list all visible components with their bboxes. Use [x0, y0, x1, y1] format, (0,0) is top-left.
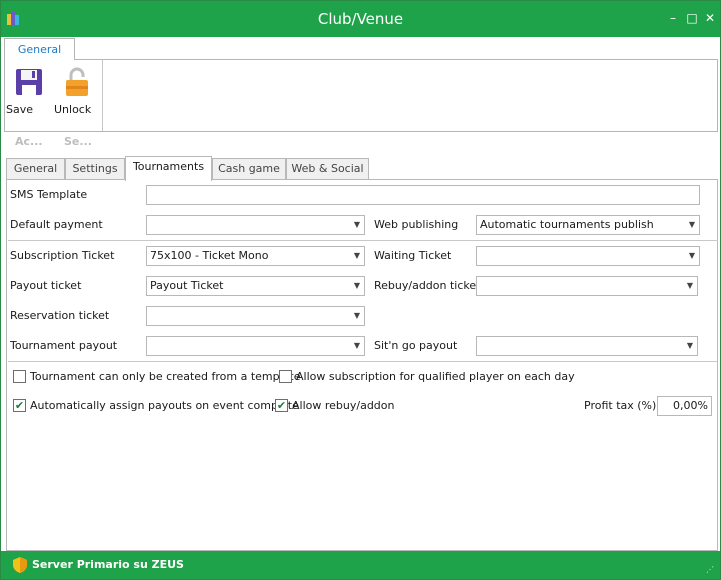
tab-cash-game[interactable]: Cash game — [212, 158, 286, 180]
ribbon: Save Unlock — [4, 59, 718, 132]
chevron-down-icon: ▼ — [688, 251, 695, 260]
status-text: Server Primario su ZEUS — [32, 558, 184, 571]
divider — [8, 240, 718, 241]
waiting-ticket-select[interactable]: ▼ — [476, 246, 700, 266]
template-only-label: Tournament can only be created from a te… — [30, 370, 301, 383]
unlock-button[interactable]: Unlock — [54, 64, 100, 124]
padlock-icon — [66, 67, 88, 96]
maximize-button[interactable]: □ — [684, 9, 700, 27]
profit-tax-input[interactable]: 0,00% — [657, 396, 712, 416]
allow-subscription-checkbox[interactable] — [279, 370, 292, 383]
tab-general[interactable]: General — [6, 158, 65, 180]
chevron-down-icon: ▼ — [353, 341, 360, 350]
ribbon-group-actions: Save Unlock — [5, 60, 103, 131]
waiting-ticket-label: Waiting Ticket — [374, 249, 452, 262]
chevron-down-icon: ▼ — [353, 220, 360, 229]
sms-template-input[interactable] — [146, 185, 700, 205]
sitngo-payout-label: Sit'n go payout — [374, 339, 458, 352]
payout-ticket-select[interactable]: Payout Ticket ▼ — [146, 276, 365, 296]
allow-rebuy-checkbox[interactable]: ✔ — [275, 399, 288, 412]
tab-tournaments[interactable]: Tournaments — [125, 156, 212, 181]
allow-rebuy-label: Allow rebuy/addon — [292, 399, 395, 412]
resize-grip-icon[interactable]: ⋰ — [706, 566, 716, 576]
tournament-payout-select[interactable]: ▼ — [146, 336, 365, 356]
web-publishing-value: Automatic tournaments publish — [480, 218, 654, 231]
ribbon-tab-general[interactable]: General — [4, 38, 75, 60]
minimize-button[interactable]: – — [665, 9, 681, 27]
tab-settings[interactable]: Settings — [65, 158, 125, 180]
reservation-ticket-label: Reservation ticket — [10, 309, 110, 322]
chevron-down-icon: ▼ — [353, 281, 360, 290]
web-publishing-label: Web publishing — [374, 218, 459, 231]
floppy-disk-icon — [16, 69, 42, 95]
divider — [8, 361, 718, 362]
sms-template-label: SMS Template — [10, 188, 88, 201]
template-only-checkbox[interactable] — [13, 370, 26, 383]
default-payment-select[interactable]: ▼ — [146, 215, 365, 235]
profit-tax-label: Profit tax (%) — [584, 399, 657, 412]
tournament-payout-label: Tournament payout — [10, 339, 118, 352]
save-button[interactable]: Save — [6, 64, 52, 124]
auto-assign-payouts-label: Automatically assign payouts on event co… — [30, 399, 299, 412]
close-button[interactable]: ✕ — [702, 9, 718, 27]
unlock-label: Unlock — [54, 103, 92, 116]
rebuy-addon-ticket-label: Rebuy/addon ticket — [374, 279, 481, 292]
default-payment-label: Default payment — [10, 218, 103, 231]
chevron-down-icon: ▼ — [353, 251, 360, 260]
shield-icon — [13, 557, 27, 573]
tournaments-panel: SMS Template Default payment ▼ Web publi… — [6, 179, 718, 551]
chevron-down-icon: ▼ — [686, 341, 693, 350]
section-settings[interactable]: Se... — [64, 135, 92, 148]
chevron-down-icon: ▼ — [688, 220, 695, 229]
payout-ticket-label: Payout ticket — [10, 279, 82, 292]
subscription-ticket-value: 75x100 - Ticket Mono — [150, 249, 269, 262]
subscription-ticket-label: Subscription Ticket — [10, 249, 115, 262]
web-publishing-select[interactable]: Automatic tournaments publish ▼ — [476, 215, 700, 235]
sitngo-payout-select[interactable]: ▼ — [476, 336, 698, 356]
auto-assign-payouts-checkbox[interactable]: ✔ — [13, 399, 26, 412]
window: Club/Venue – □ ✕ General Save Unlock Ac.… — [0, 0, 721, 580]
reservation-ticket-select[interactable]: ▼ — [146, 306, 365, 326]
rebuy-addon-ticket-select[interactable]: ▼ — [476, 276, 698, 296]
status-bar: Server Primario su ZEUS ⋰ — [1, 551, 720, 579]
title-bar[interactable]: Club/Venue – □ ✕ — [1, 1, 720, 37]
allow-subscription-label: Allow subscription for qualified player … — [296, 370, 575, 383]
window-title: Club/Venue — [317, 10, 404, 28]
save-label: Save — [6, 103, 34, 116]
chevron-down-icon: ▼ — [353, 311, 360, 320]
section-actions[interactable]: Ac... — [15, 135, 43, 148]
subscription-ticket-select[interactable]: 75x100 - Ticket Mono ▼ — [146, 246, 365, 266]
tab-web-social[interactable]: Web & Social — [286, 158, 369, 180]
chevron-down-icon: ▼ — [686, 281, 693, 290]
payout-ticket-value: Payout Ticket — [150, 279, 224, 292]
